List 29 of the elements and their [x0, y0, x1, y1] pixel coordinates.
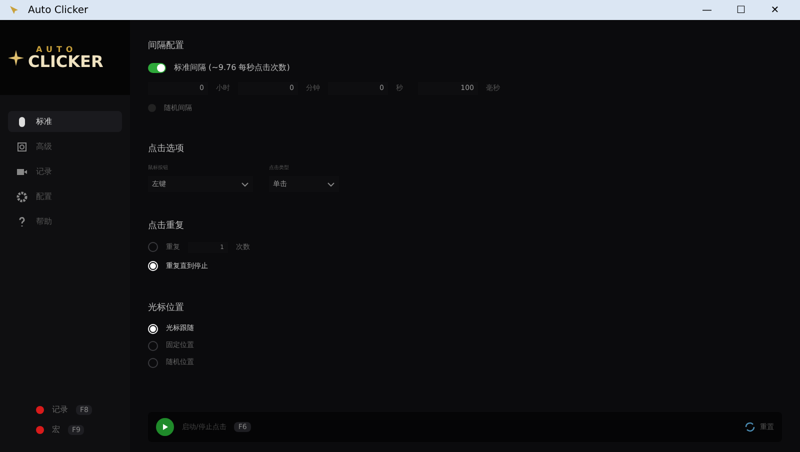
section-title: 间隔配置: [148, 40, 185, 53]
radio-button[interactable]: [148, 340, 158, 350]
app-icon: [8, 4, 20, 16]
close-button[interactable]: ✕: [758, 0, 792, 20]
checkbox[interactable]: [148, 104, 156, 112]
radio-button[interactable]: [148, 242, 158, 252]
section-title: 点击选项: [148, 143, 185, 156]
logo-text: CLICKER: [28, 54, 104, 70]
status-label: 记录: [52, 404, 68, 416]
toggle-label: 标准间隔 (~9.76 每秒点击次数): [174, 62, 290, 74]
play-icon: [161, 423, 169, 431]
maximize-button[interactable]: ☐: [724, 0, 758, 20]
logo-text: AUTO: [35, 46, 78, 54]
mouse-icon: [16, 116, 28, 128]
refresh-icon: [744, 421, 756, 433]
chevron-down-icon: [327, 180, 335, 188]
toggle-switch[interactable]: [148, 62, 166, 72]
minimize-button[interactable]: —: [690, 0, 724, 20]
section-title: 光标位置: [148, 302, 185, 314]
status-label: 宏: [52, 424, 60, 436]
crosshair-icon: [16, 140, 28, 152]
radio-button[interactable]: [148, 358, 158, 368]
window-title: Auto Clicker: [28, 4, 88, 18]
star-icon: [8, 50, 24, 66]
play-button[interactable]: [156, 418, 174, 436]
section-title: 点击重复: [148, 220, 185, 233]
settings-icon: [16, 190, 28, 202]
sidebar-item[interactable]: 标准: [8, 111, 122, 132]
chevron-down-icon: [241, 180, 249, 188]
